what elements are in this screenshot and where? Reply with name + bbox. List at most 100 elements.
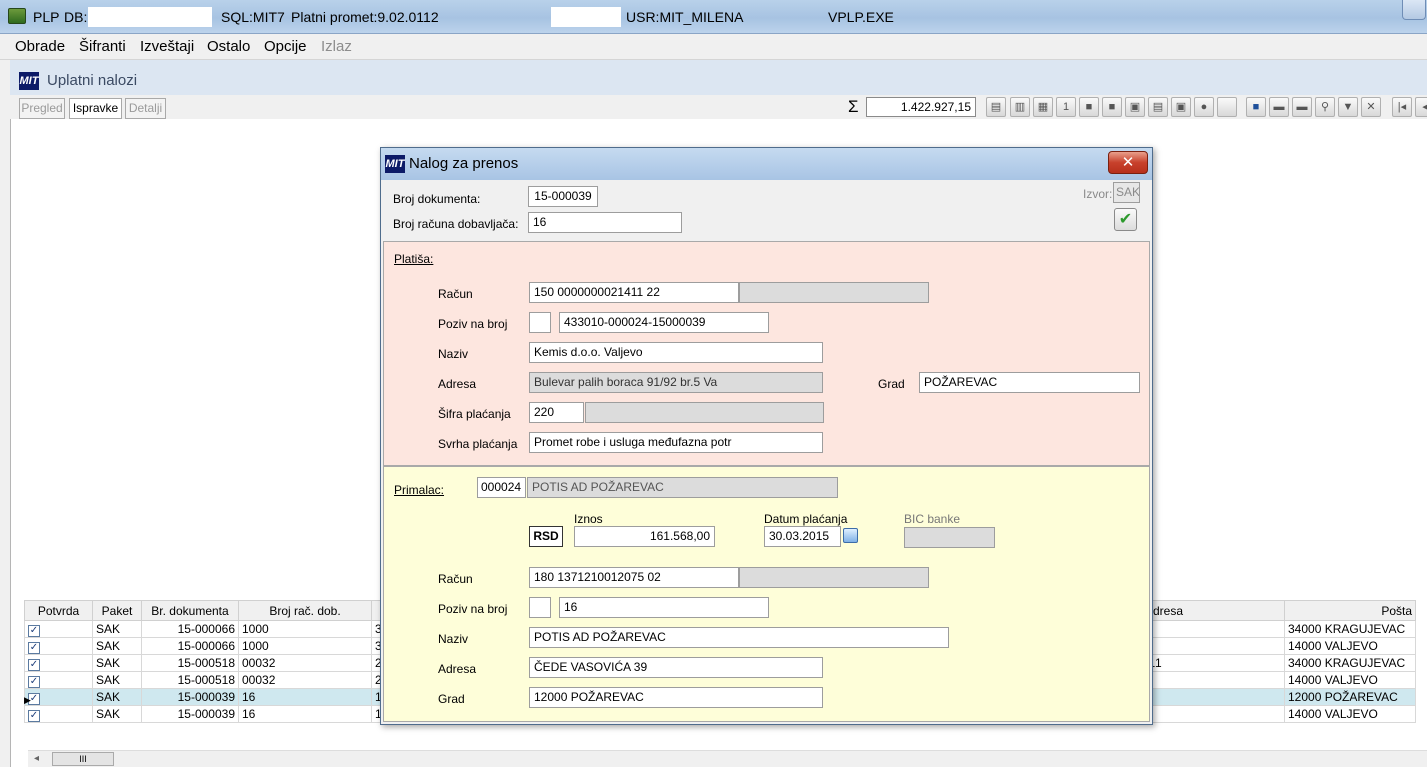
primalac-poziv-label: Poziv na broj	[438, 602, 508, 616]
datum-placanja-label: Datum plaćanja	[764, 512, 848, 526]
comment-icon[interactable]: ▦	[1033, 97, 1053, 117]
potvrda-cell[interactable]: ✓	[24, 705, 93, 723]
filter-icon[interactable]: ▼	[1338, 97, 1358, 117]
col-adresa[interactable]: Adresa	[1141, 600, 1285, 621]
valuta-field[interactable]: RSD	[529, 526, 563, 547]
close-button[interactable]: ✕	[1108, 151, 1148, 174]
refresh-icon[interactable]: ●	[1194, 97, 1214, 117]
preview-icon[interactable]: ▥	[1010, 97, 1030, 117]
col-br-dokumenta[interactable]: Br. dokumenta	[141, 600, 239, 621]
col-broj-rac-dob[interactable]: Broj rač. dob.	[238, 600, 372, 621]
scroll-left-icon[interactable]: ◂	[34, 753, 39, 764]
sifra-placanja-field[interactable]: 220	[529, 402, 584, 423]
col-paket[interactable]: Paket	[92, 600, 142, 621]
racun-cell: 00032	[238, 671, 372, 689]
potvrda-cell[interactable]: ✓	[24, 654, 93, 672]
save-icon[interactable]: ■	[1246, 97, 1266, 117]
menu-ostalo[interactable]: Ostalo	[207, 38, 250, 55]
first-record-icon[interactable]: |◂	[1392, 97, 1412, 117]
posta-cell: 34000 KRAGUJEVAC	[1284, 654, 1416, 672]
broj-dokumenta-field[interactable]: 15-000039	[528, 186, 598, 207]
primalac-sifra-field[interactable]: 000024	[477, 477, 526, 498]
tab-ispravke[interactable]: Ispravke	[69, 98, 122, 119]
print-icon[interactable]: ▤	[986, 97, 1006, 117]
mit-logo-icon: MIT	[19, 72, 39, 90]
primalac-poziv-model-field[interactable]	[529, 597, 551, 618]
checkbox[interactable]: ✓	[28, 675, 40, 688]
svrha-placanja-label: Svrha plaćanja	[438, 437, 518, 451]
primalac-naziv-label: Naziv	[438, 632, 469, 646]
platisa-racun-field[interactable]: 150 0000000021411 22	[529, 282, 739, 303]
child-window-header	[10, 60, 1427, 95]
menu-izvestaji[interactable]: Izveštaji	[140, 38, 194, 55]
primalac-poziv-field[interactable]: 16	[559, 597, 769, 618]
open-folder-icon[interactable]: ▬	[1269, 97, 1289, 117]
menu-obrade[interactable]: Obrade	[15, 38, 65, 55]
tab-pregled[interactable]: Pregled	[19, 98, 65, 119]
platisa-naziv-label: Naziv	[438, 347, 469, 361]
primalac-naziv-field[interactable]: POTIS AD POŽAREVAC	[529, 627, 949, 648]
app-icon[interactable]	[8, 8, 26, 24]
menu-izlaz[interactable]: Izlaz	[321, 38, 352, 55]
potvrda-cell[interactable]: ✓	[24, 671, 93, 689]
redacted-box	[551, 7, 621, 27]
checkbox[interactable]: ✓	[28, 641, 40, 654]
primalac-adresa-label: Adresa	[438, 662, 477, 676]
grid-icon[interactable]: ■	[1079, 97, 1099, 117]
search-icon[interactable]: ⚲	[1315, 97, 1335, 117]
scroll-thumb[interactable]: III	[52, 752, 114, 766]
adresa-cell	[1141, 620, 1285, 638]
dokument-cell: 15-000039	[141, 688, 239, 706]
sifra-placanja-opis-field	[585, 402, 824, 423]
checkbox[interactable]: ✓	[28, 624, 40, 637]
adresa-cell	[1141, 688, 1285, 706]
racun-cell: 1000	[238, 620, 372, 638]
primalac-title: Primalac:	[394, 483, 445, 497]
racun-cell: 16	[238, 688, 372, 706]
menu-sifranti[interactable]: Šifranti	[79, 38, 126, 55]
prev-record-icon[interactable]: ◂	[1415, 97, 1427, 117]
potvrda-cell[interactable]: ✓	[24, 620, 93, 638]
primalac-adresa-field[interactable]: ČEDE VASOVIĆA 39	[529, 657, 823, 678]
paket-cell: SAK	[92, 620, 142, 638]
dialog-mit-logo-icon: MIT	[385, 155, 405, 173]
iznos-field[interactable]: 161.568,00	[574, 526, 715, 547]
platisa-poziv-field[interactable]: 433010-000024-15000039	[559, 312, 769, 333]
broj-racuna-field[interactable]: 16	[528, 212, 682, 233]
primalac-grad-field[interactable]: 12000 POŽAREVAC	[529, 687, 823, 708]
datum-placanja-field[interactable]: 30.03.2015	[764, 526, 841, 547]
confirm-check-button[interactable]: ✔	[1114, 208, 1137, 231]
folder-icon[interactable]: ▬	[1292, 97, 1312, 117]
primalac-racun-field[interactable]: 180 1371210012075 02	[529, 567, 739, 588]
potvrda-cell[interactable]: ✓	[24, 637, 93, 655]
svrha-placanja-field[interactable]: Promet robe i usluga međufazna potr	[529, 432, 823, 453]
dokument-cell: 15-000518	[141, 654, 239, 672]
dokument-cell: 15-000066	[141, 637, 239, 655]
platisa-poziv-model-field[interactable]	[529, 312, 551, 333]
checkbox[interactable]: ✓	[28, 709, 40, 722]
platisa-grad-field[interactable]: POŽAREVAC	[919, 372, 1140, 393]
platisa-naziv-field[interactable]: Kemis d.o.o. Valjevo	[529, 342, 823, 363]
potvrda-cell[interactable]: ✓	[24, 688, 93, 706]
adresa-cell	[1141, 671, 1285, 689]
sifra-placanja-label: Šifra plaćanja	[438, 407, 511, 421]
minimize-button[interactable]	[1402, 0, 1426, 20]
copy-icon[interactable]: ▤	[1148, 97, 1168, 117]
paket-cell: SAK	[92, 637, 142, 655]
xls-icon[interactable]: ▣	[1125, 97, 1145, 117]
dokument-cell: 15-000066	[141, 620, 239, 638]
col-potvrda[interactable]: Potvrda	[24, 600, 93, 621]
menu-opcije[interactable]: Opcije	[264, 38, 307, 55]
izvor-field: SAK	[1113, 182, 1140, 203]
number-one-icon[interactable]: 1	[1056, 97, 1076, 117]
cancel-icon[interactable]: ✕	[1361, 97, 1381, 117]
checkbox[interactable]: ✓	[28, 658, 40, 671]
tab-detalji[interactable]: Detalji	[125, 98, 166, 119]
horizontal-scrollbar[interactable]: ◂ III	[28, 750, 1427, 767]
export-icon[interactable]: ▣	[1171, 97, 1191, 117]
blank-icon[interactable]	[1217, 97, 1237, 117]
dialog-title: Nalog za prenos	[409, 155, 519, 172]
col-posta[interactable]: Pošta	[1284, 600, 1416, 621]
calendar-icon[interactable]	[843, 528, 858, 543]
table-icon[interactable]: ■	[1102, 97, 1122, 117]
